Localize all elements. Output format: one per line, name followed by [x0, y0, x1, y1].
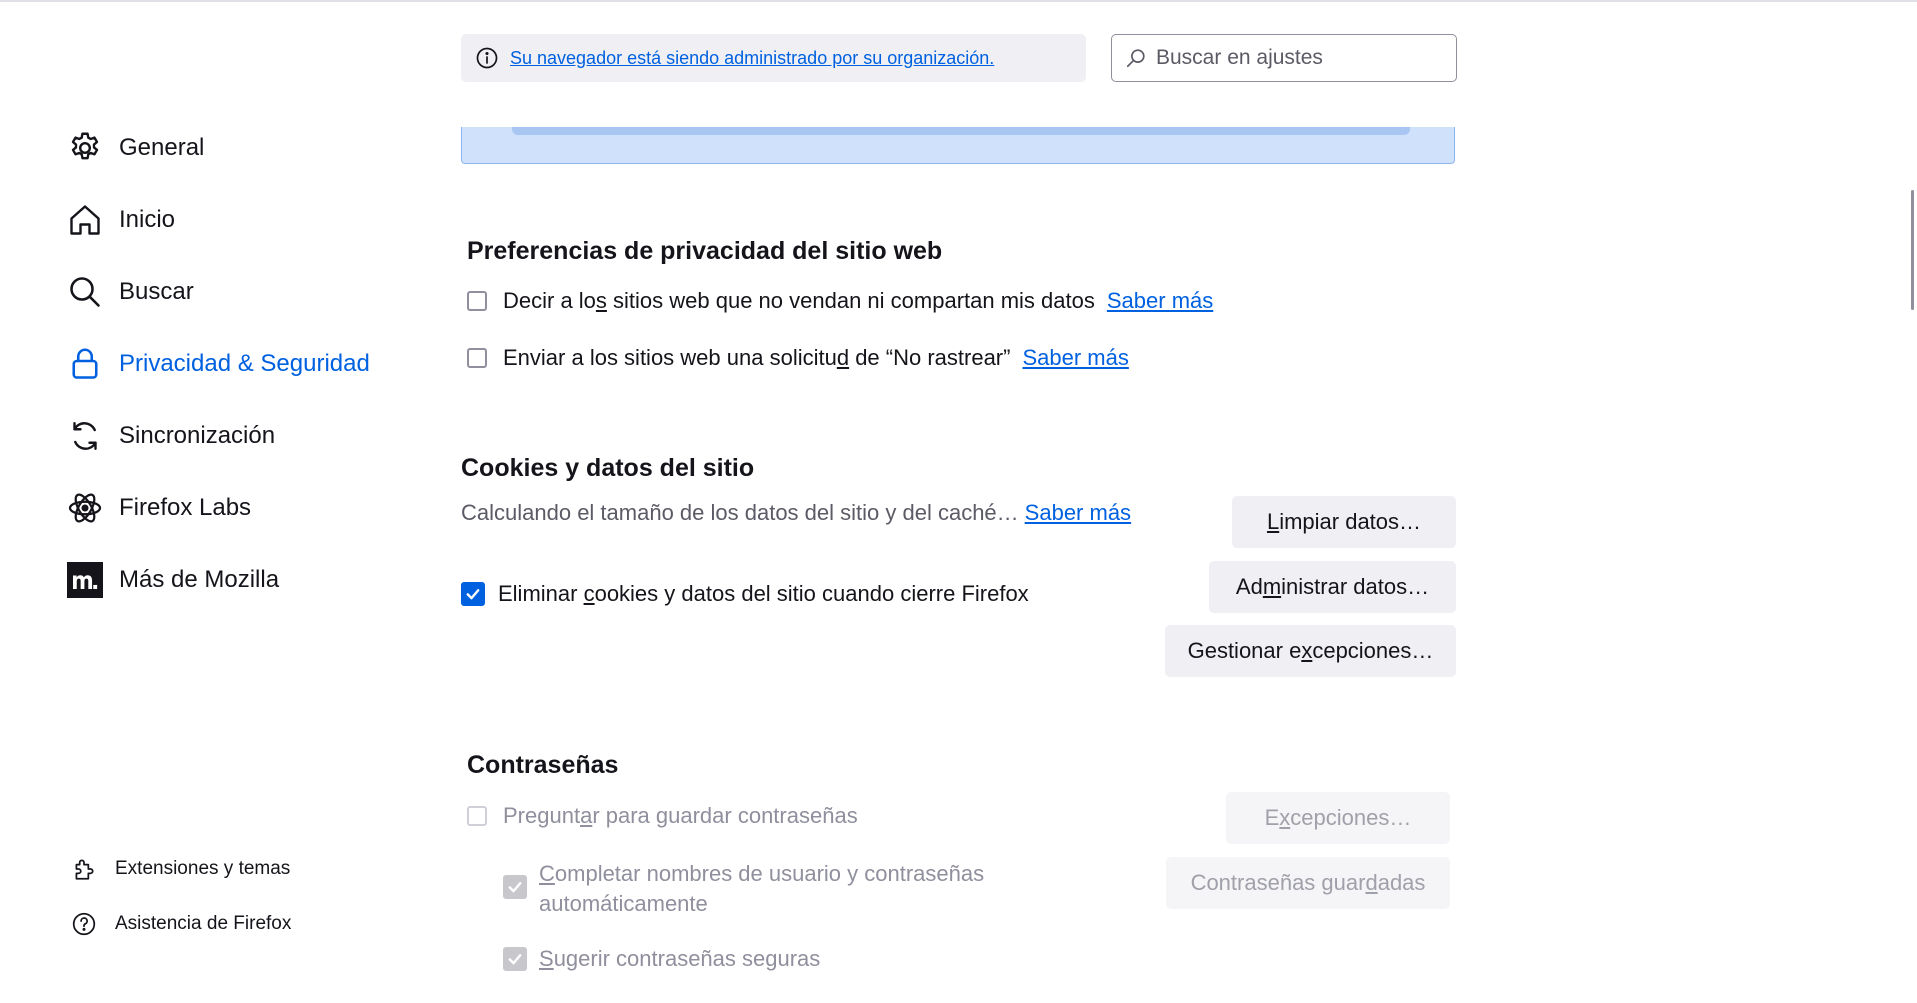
sidebar-item-label: Sincronización — [119, 422, 276, 449]
sidebar-item-home[interactable]: Inicio — [66, 196, 175, 244]
sidebar-footer-label: Extensiones y temas — [115, 858, 291, 879]
sidebar-item-sync[interactable]: Sincronización — [66, 412, 275, 460]
home-icon — [66, 201, 104, 239]
page-scrollbar-thumb[interactable] — [1911, 190, 1914, 310]
managed-browser-banner: Su navegador está siendo administrado po… — [461, 34, 1086, 82]
sidebar-item-privacy[interactable]: Privacidad & Seguridad — [66, 340, 370, 388]
search-icon — [66, 273, 104, 311]
search-icon — [1124, 46, 1148, 70]
mozilla-m-icon — [66, 561, 104, 599]
autofill-passwords-checkbox[interactable] — [503, 875, 527, 899]
gpc-checkbox[interactable] — [467, 291, 487, 311]
gear-icon — [66, 129, 104, 167]
highlight-box-bar — [512, 127, 1410, 135]
password-exceptions-button[interactable]: Ex cepciones… — [1226, 792, 1450, 844]
suggest-passwords-checkbox[interactable] — [503, 947, 527, 971]
top-divider — [0, 0, 1917, 2]
ask-save-passwords-label: Preguntar para guardar contraseñas — [503, 803, 858, 828]
cookies-status-row: Calculando el tamaño de los datos del si… — [461, 500, 1131, 526]
search-input[interactable] — [1154, 45, 1448, 71]
gpc-label: Decir a los sitios web que no vendan ni … — [503, 288, 1095, 313]
ask-save-passwords-checkbox[interactable] — [467, 806, 487, 826]
puzzle-icon — [70, 855, 98, 883]
ask-save-passwords-row: Preguntar para guardar contraseñas — [467, 803, 858, 829]
checkmark-icon — [508, 882, 522, 893]
sidebar-item-label: Más de Mozilla — [119, 566, 280, 593]
managed-policy-link[interactable]: Su navegador está siendo administrado po… — [510, 48, 994, 69]
suggest-passwords-label: Sugerir contraseñas seguras — [539, 946, 821, 971]
manage-exceptions-button[interactable]: Gestionar e x cepciones… — [1165, 625, 1456, 677]
atom-icon — [66, 489, 104, 527]
sidebar-firefox-support[interactable]: Asistencia de Firefox — [70, 907, 291, 941]
suggest-passwords-row: Sugerir contraseñas seguras — [503, 946, 820, 972]
checkmark-icon — [508, 954, 522, 965]
saved-passwords-button[interactable]: Contraseñas guar d adas — [1166, 857, 1450, 909]
cookies-heading: Cookies y datos del sitio — [461, 454, 755, 482]
gpc-option-row: Decir a los sitios web que no vendan ni … — [467, 288, 1213, 314]
sidebar-item-firefox-labs[interactable]: Firefox Labs — [66, 484, 251, 532]
sidebar-extensions-themes[interactable]: Extensiones y temas — [70, 852, 290, 886]
delete-cookies-checkbox[interactable] — [461, 582, 485, 606]
sidebar-item-search[interactable]: Buscar — [66, 268, 194, 316]
sidebar-item-more-mozilla[interactable]: Más de Mozilla — [66, 556, 279, 604]
checkmark-icon — [466, 589, 480, 600]
passwords-heading: Contraseñas — [467, 751, 619, 779]
manage-data-button[interactable]: Ad m inistrar datos… — [1209, 561, 1456, 613]
sidebar-item-label: Firefox Labs — [119, 494, 252, 521]
clear-data-button[interactable]: Limpiar datos… — [1232, 496, 1456, 548]
dnt-checkbox[interactable] — [467, 348, 487, 368]
sidebar-item-label: Inicio — [119, 206, 176, 233]
sidebar-footer-label: Asistencia de Firefox — [115, 913, 292, 934]
delete-cookies-label: Eliminar cookies y datos del sitio cuand… — [498, 581, 1029, 606]
autofill-passwords-row: Completar nombres de usuario y contraseñ… — [503, 859, 984, 919]
sidebar-item-label: General — [119, 134, 205, 161]
cookies-learn-more-link[interactable]: Saber más — [1025, 500, 1131, 526]
dnt-label: Enviar a los sitios web una solicitud de… — [503, 345, 1011, 370]
dnt-learn-more-link[interactable]: Saber más — [1022, 345, 1128, 371]
privacy-prefs-heading: Preferencias de privacidad del sitio web — [467, 237, 943, 265]
cookies-size-status: Calculando el tamaño de los datos del si… — [461, 500, 1019, 525]
lock-icon — [66, 345, 104, 383]
gpc-learn-more-link[interactable]: Saber más — [1107, 288, 1213, 314]
sidebar-item-general[interactable]: General — [66, 124, 204, 172]
help-icon — [70, 910, 98, 938]
sync-icon — [66, 417, 104, 455]
sidebar-item-label: Privacidad & Seguridad — [119, 350, 370, 377]
info-icon — [474, 45, 500, 71]
sidebar-item-label: Buscar — [119, 278, 194, 305]
highlight-box — [461, 127, 1455, 164]
delete-cookies-row: Eliminar cookies y datos del sitio cuand… — [461, 581, 1029, 607]
autofill-passwords-label: Completar nombres de usuario y contraseñ… — [539, 861, 985, 916]
dnt-option-row: Enviar a los sitios web una solicitud de… — [467, 345, 1129, 371]
settings-search-box[interactable] — [1111, 34, 1457, 82]
